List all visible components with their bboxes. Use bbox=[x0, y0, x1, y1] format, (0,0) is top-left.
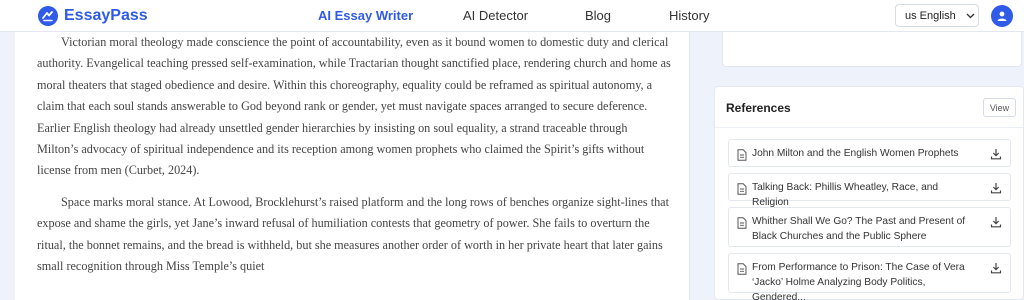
download-icon[interactable] bbox=[990, 181, 1002, 199]
document-icon bbox=[737, 148, 747, 166]
download-icon[interactable] bbox=[990, 147, 1002, 165]
nav-history[interactable]: History bbox=[669, 8, 709, 23]
view-references-button[interactable]: View bbox=[983, 98, 1016, 117]
reference-title: From Performance to Prison: The Case of … bbox=[752, 262, 965, 300]
references-title: References bbox=[726, 101, 791, 115]
document-icon bbox=[737, 182, 747, 200]
language-label: us English bbox=[905, 9, 956, 22]
reference-item[interactable]: Talking Back: Phillis Wheatley, Race, an… bbox=[728, 173, 1011, 208]
reference-item[interactable]: Whither Shall We Go? The Past and Presen… bbox=[728, 207, 1011, 247]
language-selector[interactable]: us English bbox=[895, 4, 979, 27]
references-panel: References View John Milton and the Engl… bbox=[714, 86, 1024, 300]
brand-name: EssayPass bbox=[64, 7, 148, 24]
top-nav-bar: EssayPass AI Essay Writer AI Detector Bl… bbox=[0, 0, 1024, 32]
reference-title: Talking Back: Phillis Wheatley, Race, an… bbox=[752, 182, 939, 208]
document-icon bbox=[737, 216, 747, 234]
download-icon[interactable] bbox=[990, 215, 1002, 233]
reference-title: John Milton and the English Women Prophe… bbox=[752, 148, 959, 159]
essay-paragraph: Space marks moral stance. At Lowood, Bro… bbox=[37, 194, 669, 274]
reference-item[interactable]: John Milton and the English Women Prophe… bbox=[728, 139, 1011, 167]
divider bbox=[715, 127, 1023, 128]
reference-title: Whither Shall We Go? The Past and Presen… bbox=[752, 216, 966, 242]
user-avatar[interactable] bbox=[991, 5, 1013, 27]
brand-logo-icon bbox=[38, 6, 58, 26]
download-icon[interactable] bbox=[990, 261, 1002, 279]
nav-ai-detector[interactable]: AI Detector bbox=[463, 8, 528, 23]
essay-content-panel[interactable]: Victorian moral theology made conscience… bbox=[15, 32, 690, 300]
sidebar-top-card bbox=[722, 32, 1022, 67]
brand-logo[interactable]: EssayPass bbox=[38, 6, 148, 26]
user-icon bbox=[997, 11, 1007, 21]
nav-ai-essay-writer[interactable]: AI Essay Writer bbox=[318, 8, 413, 23]
essay-paragraph: Victorian moral theology made conscience… bbox=[37, 35, 671, 178]
document-icon bbox=[737, 262, 747, 280]
reference-item[interactable]: From Performance to Prison: The Case of … bbox=[728, 253, 1011, 300]
nav-blog[interactable]: Blog bbox=[585, 8, 611, 23]
chevron-down-icon bbox=[966, 10, 975, 22]
